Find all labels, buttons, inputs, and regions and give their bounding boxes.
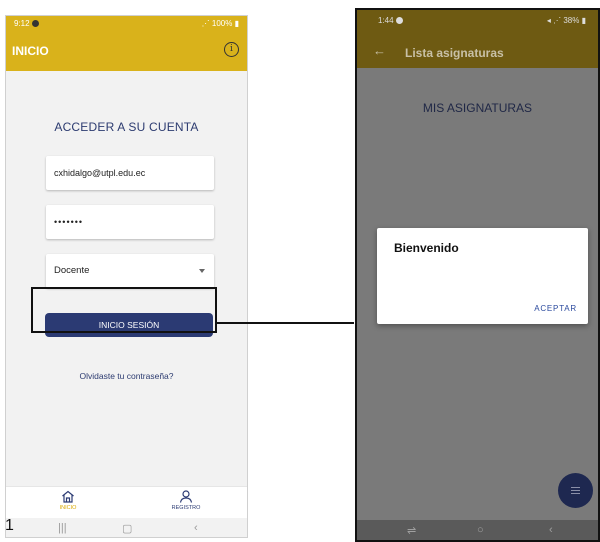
nav-home-label: INICIO (59, 505, 77, 511)
status-time: 9:12 (14, 19, 39, 28)
app-title: INICIO (12, 44, 49, 58)
back-arrow-icon[interactable]: ← (373, 43, 386, 58)
back-nav-icon[interactable]: ‹ (549, 524, 553, 536)
login-heading: ACCEDER A SU CUENTA (54, 120, 199, 134)
figure-label: 1 (5, 517, 14, 534)
status-battery: ⋰ 100% ▮ (201, 19, 239, 28)
welcome-dialog: Bienvenido ACEPTAR (377, 228, 588, 324)
menu-fab[interactable] (558, 473, 593, 508)
recent-apps-icon[interactable]: ||| (58, 522, 67, 534)
role-value: Docente (54, 265, 90, 276)
status-time: 1:44 (378, 16, 403, 25)
email-value: cxhidalgo@utpl.edu.ec (54, 168, 146, 178)
menu-icon (571, 487, 580, 489)
login-button-highlight (31, 287, 217, 333)
home-icon (62, 490, 74, 503)
bottom-nav: INICIO REGISTRO (6, 486, 247, 518)
forgot-password-link[interactable]: Olvidaste tu contraseña? (6, 371, 247, 381)
phone-screen-login: 9:12 ⋰ 100% ▮ INICIO i ACCEDER A SU CUEN… (5, 15, 248, 538)
connector-line (217, 322, 354, 324)
menu-icon-line (571, 490, 580, 492)
info-icon[interactable]: i (224, 42, 239, 57)
nav-item-home[interactable]: INICIO (43, 490, 93, 511)
dialog-title: Bienvenido (394, 241, 459, 255)
chevron-down-icon (199, 269, 205, 273)
status-bar: 9:12 ⋰ 100% ▮ (6, 19, 247, 33)
app-title: Lista asignaturas (405, 46, 504, 60)
back-nav-icon[interactable]: ‹ (194, 522, 198, 534)
home-button-icon[interactable]: ▢ (122, 522, 132, 535)
nav-register-label: REGISTRO (171, 505, 201, 511)
app-bar: 1:44 ◂ ⋰ 38% ▮ ← Lista asignaturas (357, 10, 598, 68)
password-field[interactable]: ••••••• (46, 205, 214, 239)
subjects-heading: MIS ASIGNATURAS (422, 101, 533, 115)
menu-icon-line (571, 493, 580, 495)
app-bar: 9:12 ⋰ 100% ▮ INICIO i (6, 16, 247, 71)
nav-item-register[interactable]: REGISTRO (161, 490, 211, 511)
home-button-icon[interactable]: ○ (477, 524, 484, 536)
email-field[interactable]: cxhidalgo@utpl.edu.ec (46, 156, 214, 190)
recent-apps-icon[interactable]: ⇌ (407, 524, 416, 537)
role-select[interactable]: Docente (46, 254, 214, 288)
accept-button[interactable]: ACEPTAR (534, 304, 577, 313)
phone-screen-subjects: 1:44 ◂ ⋰ 38% ▮ ← Lista asignaturas MIS A… (355, 8, 600, 542)
password-value: ••••••• (54, 217, 84, 227)
status-battery: ◂ ⋰ 38% ▮ (546, 16, 586, 25)
system-nav-bar: ⇌ ○ ‹ (357, 520, 598, 540)
person-icon (179, 490, 193, 503)
system-nav-bar: ||| ▢ ‹ (6, 518, 247, 537)
